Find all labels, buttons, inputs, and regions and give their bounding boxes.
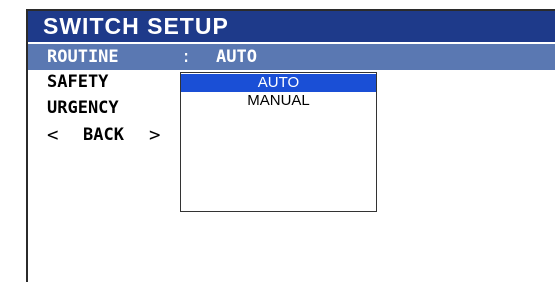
chevron-left-icon[interactable]: < [47, 123, 58, 147]
menu-item-routine-label: ROUTINE [47, 47, 119, 67]
mode-dropdown-list: AUTO MANUAL [180, 72, 377, 212]
menu-item-routine[interactable]: ROUTINE : AUTO [28, 44, 555, 70]
menu-item-routine-separator: : [181, 47, 192, 67]
menu-item-routine-value: AUTO [216, 47, 257, 67]
chevron-right-icon[interactable]: > [149, 123, 160, 147]
page-title: SWITCH SETUP [28, 11, 555, 42]
menu-item-urgency[interactable]: URGENCY [47, 97, 119, 119]
menu-item-safety[interactable]: SAFETY [47, 71, 108, 93]
back-label: BACK [83, 125, 124, 145]
switch-setup-screen: SWITCH SETUP ROUTINE : AUTO SAFETY URGEN… [0, 0, 555, 282]
dropdown-option-manual[interactable]: MANUAL [181, 92, 376, 110]
dropdown-option-auto[interactable]: AUTO [181, 74, 376, 92]
